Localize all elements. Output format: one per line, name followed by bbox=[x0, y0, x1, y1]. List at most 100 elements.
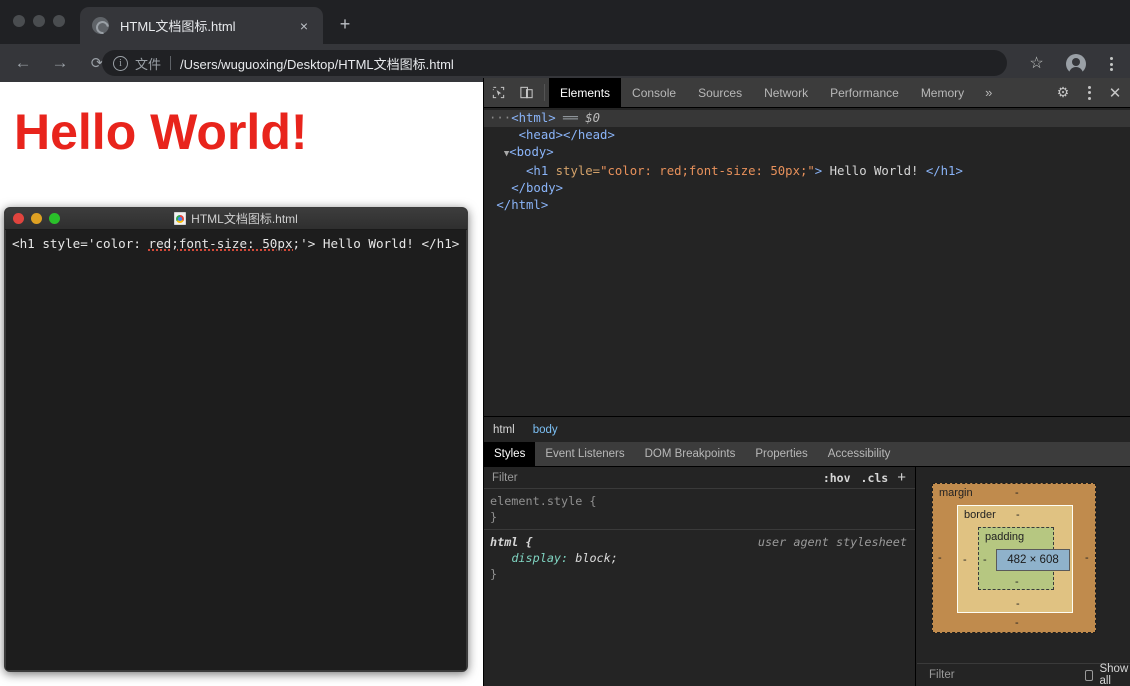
page-heading: Hello World! bbox=[14, 104, 308, 160]
border-label: border bbox=[964, 509, 996, 521]
back-button[interactable]: ← bbox=[9, 49, 37, 77]
devtools-menu-icon[interactable] bbox=[1078, 85, 1100, 100]
address-bar[interactable]: i 文件 /Users/wuguoxing/Desktop/HTML文档图标.h… bbox=[102, 50, 1007, 76]
style-rule-html[interactable]: user agent stylesheet html { display: bl… bbox=[484, 529, 915, 586]
dom-tag: <body> bbox=[509, 145, 554, 159]
new-style-rule-button[interactable]: + bbox=[893, 469, 915, 486]
dom-node-h1[interactable]: <h1 style="color: red;font-size: 50px;">… bbox=[484, 163, 1130, 180]
rule-close-brace: } bbox=[490, 567, 498, 581]
padding-left-value[interactable]: - bbox=[983, 554, 987, 566]
style-rule-element-style[interactable]: element.style { } bbox=[484, 489, 915, 529]
tab-event-listeners[interactable]: Event Listeners bbox=[535, 442, 634, 466]
computed-filter-input[interactable] bbox=[927, 668, 1085, 682]
styles-filter-input[interactable] bbox=[490, 470, 818, 485]
dom-tag: </html> bbox=[496, 198, 549, 212]
tab-console[interactable]: Console bbox=[621, 78, 687, 107]
border-left-value[interactable]: - bbox=[963, 554, 967, 566]
tab-strip: HTML文档图标.html × + bbox=[0, 0, 1130, 44]
browser-chrome: HTML文档图标.html × + ← → ⟳ i 文件 /Users/wugu… bbox=[0, 0, 1130, 82]
rule-source[interactable]: user agent stylesheet bbox=[758, 534, 907, 550]
gear-icon[interactable]: ⚙ bbox=[1048, 84, 1078, 101]
globe-icon bbox=[92, 17, 109, 34]
terminal-body[interactable]: <h1 style='color: red;font-size: 50px;'>… bbox=[5, 230, 467, 671]
box-model-margin[interactable]: margin - - - - border - - - - padding - … bbox=[932, 483, 1096, 633]
computed-filter-row: Show all bbox=[917, 663, 1130, 686]
code-segment-spellchecked: red;font-size: 50px; bbox=[148, 236, 301, 251]
devtools-panel: Elements Console Sources Network Perform… bbox=[483, 78, 1130, 686]
more-tabs-icon[interactable]: » bbox=[975, 78, 1002, 107]
new-tab-button[interactable]: + bbox=[334, 14, 356, 36]
url-text: /Users/wuguoxing/Desktop/HTML文档图标.html bbox=[180, 56, 454, 72]
rule-declaration[interactable]: display: block; bbox=[490, 550, 907, 566]
dom-tree[interactable]: ···<html> ══ $0 <head></head> ▼<body> <h… bbox=[484, 109, 1130, 416]
tab-styles[interactable]: Styles bbox=[484, 442, 536, 466]
tab-dom-breakpoints[interactable]: DOM Breakpoints bbox=[635, 442, 746, 466]
terminal-minimize-button[interactable] bbox=[31, 213, 42, 224]
maximize-window-button[interactable] bbox=[53, 15, 65, 27]
tab-memory[interactable]: Memory bbox=[910, 78, 975, 107]
dom-tag: </body> bbox=[511, 181, 564, 195]
dom-tag-open: <h1 bbox=[526, 164, 556, 178]
rule-selector: element.style { bbox=[490, 494, 597, 508]
rule-close-brace: } bbox=[490, 510, 498, 524]
tab-properties[interactable]: Properties bbox=[745, 442, 817, 466]
hov-toggle[interactable]: :hov bbox=[818, 471, 856, 485]
inspect-element-icon[interactable] bbox=[484, 78, 512, 107]
forward-button[interactable]: → bbox=[46, 49, 74, 77]
breadcrumb-item-html[interactable]: html bbox=[484, 424, 524, 436]
tab-performance[interactable]: Performance bbox=[819, 78, 910, 107]
border-bottom-value[interactable]: - bbox=[1016, 598, 1020, 610]
terminal-title-wrap: HTML文档图标.html bbox=[5, 208, 467, 229]
margin-top-value[interactable]: - bbox=[1015, 487, 1019, 499]
close-icon[interactable]: ✕ bbox=[1100, 84, 1130, 102]
browser-tab[interactable]: HTML文档图标.html × bbox=[80, 7, 323, 44]
checkbox-icon[interactable] bbox=[1085, 669, 1094, 681]
tab-sources[interactable]: Sources bbox=[687, 78, 753, 107]
declaration-name[interactable]: display: bbox=[511, 551, 568, 565]
border-top-value[interactable]: - bbox=[1016, 509, 1020, 521]
dom-node-body-close[interactable]: </body> bbox=[484, 180, 1130, 197]
styles-filter-row: :hov .cls + bbox=[484, 467, 915, 489]
styles-pane: :hov .cls + element.style { } user agent… bbox=[484, 467, 916, 686]
tab-elements[interactable]: Elements bbox=[549, 78, 622, 107]
close-window-button[interactable] bbox=[13, 15, 25, 27]
browser-toolbar: ← → ⟳ i 文件 /Users/wuguoxing/Desktop/HTML… bbox=[0, 44, 1130, 82]
site-info-icon[interactable]: i bbox=[113, 55, 128, 71]
margin-right-value[interactable]: - bbox=[1085, 552, 1089, 564]
declaration-value[interactable]: block; bbox=[575, 551, 618, 565]
show-all-toggle[interactable]: Show all bbox=[1085, 663, 1130, 686]
cls-toggle[interactable]: .cls bbox=[856, 471, 894, 485]
margin-bottom-value[interactable]: - bbox=[1015, 617, 1019, 629]
terminal-titlebar[interactable]: HTML文档图标.html bbox=[5, 208, 467, 230]
devtools-toolbar: Elements Console Sources Network Perform… bbox=[484, 78, 1130, 108]
computed-pane: margin - - - - border - - - - padding - … bbox=[917, 467, 1130, 686]
tab-accessibility[interactable]: Accessibility bbox=[818, 442, 901, 466]
tab-network[interactable]: Network bbox=[753, 78, 819, 107]
box-model-border[interactable]: border - - - - padding - - - 482 × 608 bbox=[957, 505, 1073, 613]
device-toolbar-icon[interactable] bbox=[512, 78, 540, 107]
console-ref: $0 bbox=[585, 111, 601, 125]
box-model-content-size[interactable]: 482 × 608 bbox=[996, 549, 1070, 571]
dom-tag: <head></head> bbox=[518, 128, 615, 142]
dom-node-html-open[interactable]: ···<html> ══ $0 bbox=[484, 110, 1130, 127]
avatar[interactable] bbox=[1066, 54, 1086, 76]
breadcrumb-item-body[interactable]: body bbox=[524, 424, 567, 436]
dom-attr-name: style= bbox=[555, 164, 601, 178]
tab-title: HTML文档图标.html bbox=[120, 19, 236, 34]
terminal-close-button[interactable] bbox=[13, 213, 24, 224]
close-icon[interactable]: × bbox=[293, 15, 315, 37]
minimize-window-button[interactable] bbox=[33, 15, 45, 27]
dom-node-head[interactable]: <head></head> bbox=[484, 127, 1130, 144]
margin-left-value[interactable]: - bbox=[938, 552, 942, 564]
omnibox-divider bbox=[170, 56, 172, 70]
terminal-window[interactable]: HTML文档图标.html <h1 style='color: red;font… bbox=[4, 207, 468, 672]
terminal-maximize-button[interactable] bbox=[49, 213, 60, 224]
box-model-padding[interactable]: padding - - - 482 × 608 bbox=[978, 527, 1070, 590]
dom-text-node: Hello World! bbox=[822, 164, 926, 178]
dom-node-body-open[interactable]: ▼<body> bbox=[484, 144, 1130, 163]
padding-bottom-value[interactable]: - bbox=[1015, 576, 1019, 588]
bookmark-star-icon[interactable]: ☆ bbox=[1027, 54, 1046, 73]
dom-node-html-close[interactable]: </html> bbox=[484, 197, 1130, 214]
browser-menu-icon[interactable] bbox=[1102, 54, 1120, 74]
terminal-traffic-lights bbox=[13, 213, 60, 224]
